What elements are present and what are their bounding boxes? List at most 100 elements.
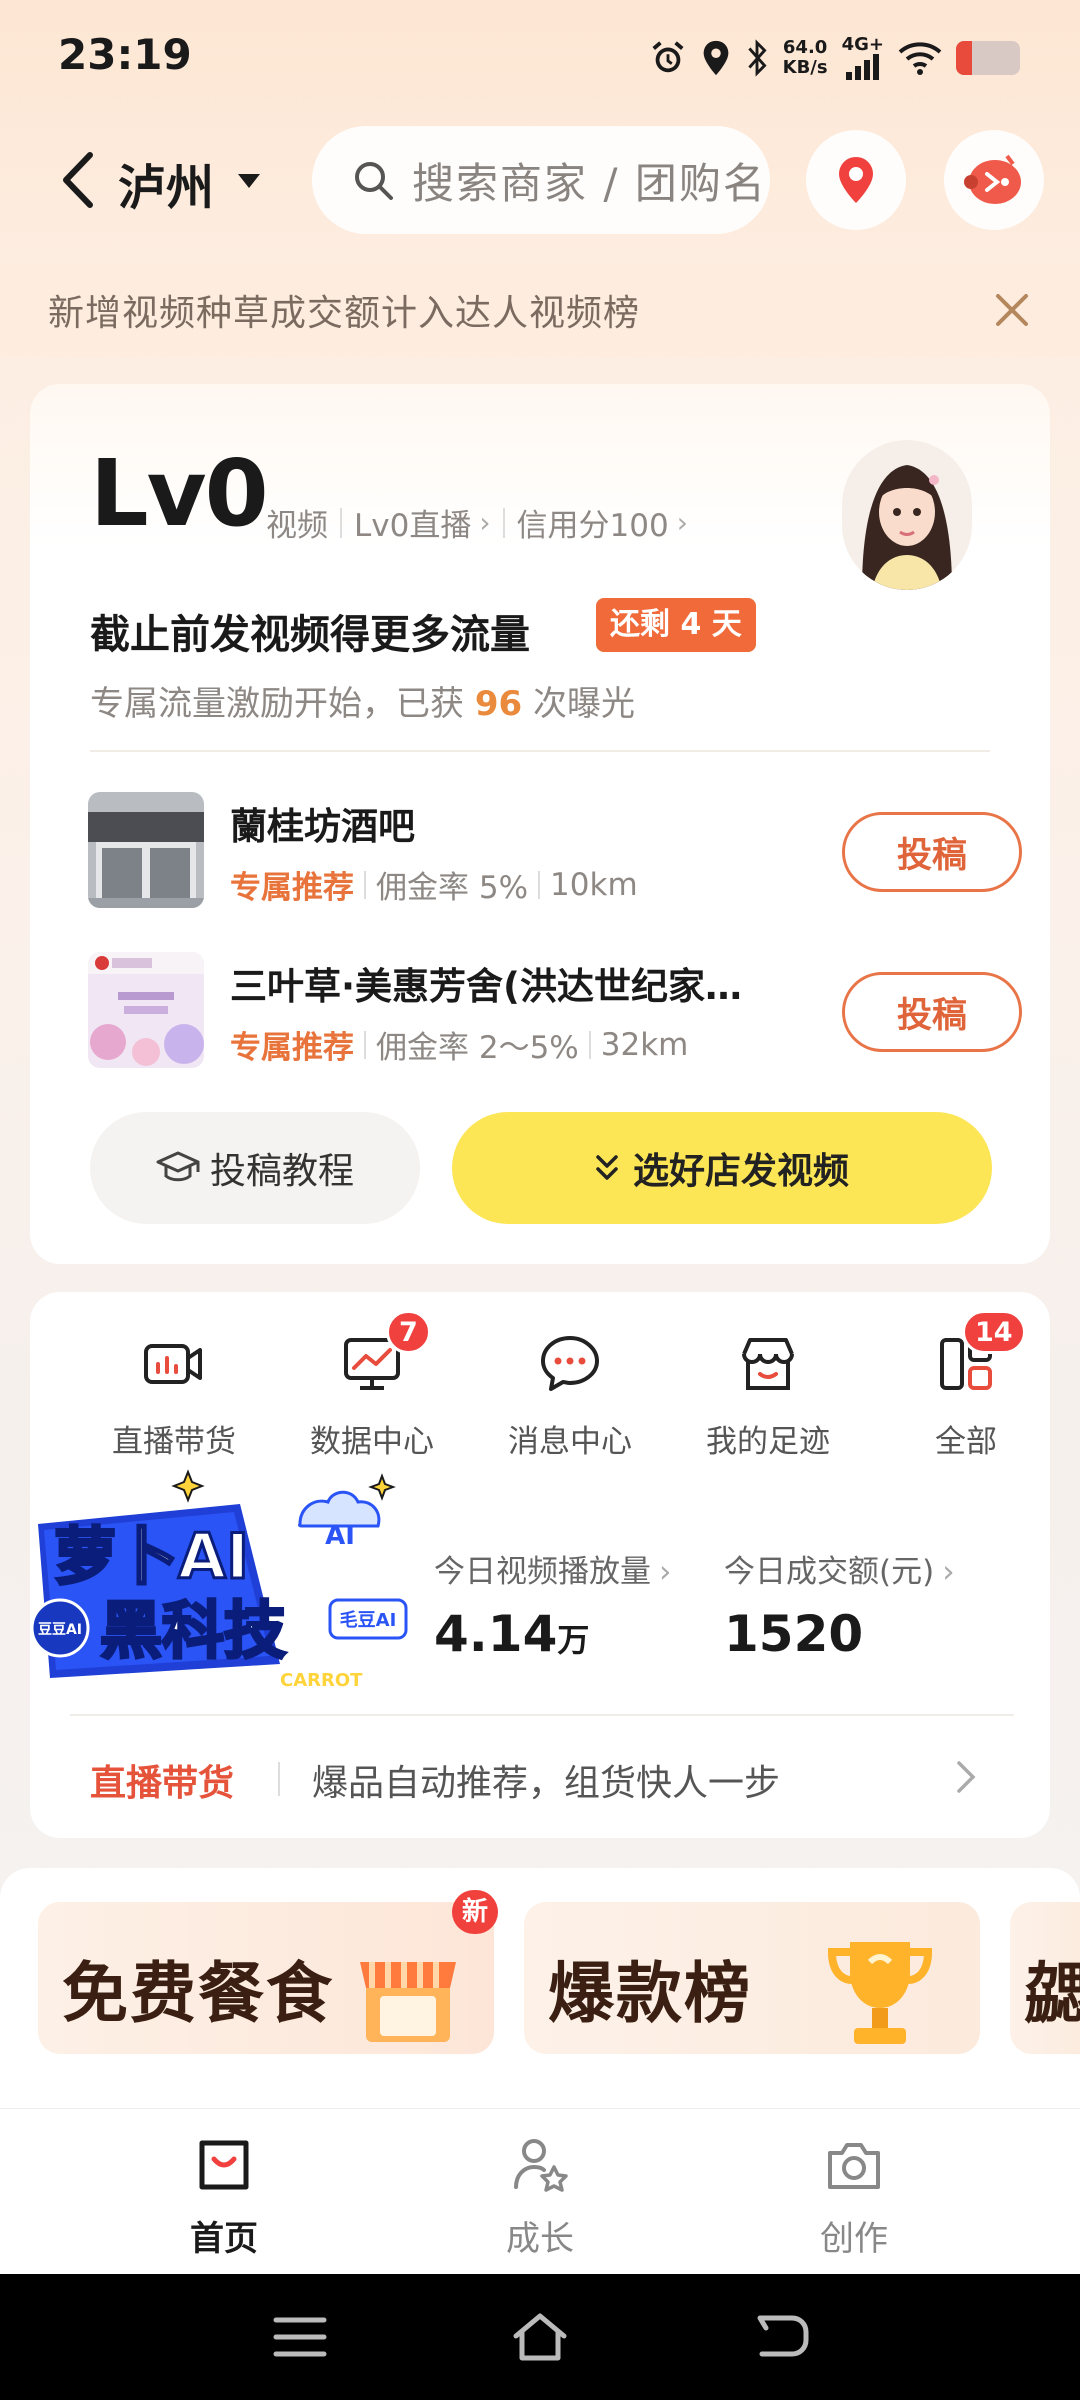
function-grid: 直播带货 数据中心 7 消息中心 我的足迹 全部 14 bbox=[30, 1310, 1050, 1460]
close-icon[interactable] bbox=[990, 288, 1034, 332]
tile-partial[interactable]: 勰 bbox=[1010, 1902, 1080, 2054]
commission-rate: 佣金率 5% bbox=[376, 870, 529, 906]
chevron-right-icon: › bbox=[942, 1554, 955, 1590]
func-label: 全部 bbox=[935, 1424, 997, 1460]
distance: 10km bbox=[550, 866, 638, 903]
new-badge: 新 bbox=[452, 1890, 499, 1934]
nav-growth[interactable]: 成长 bbox=[440, 2129, 640, 2259]
stat-label: 今日成交额(元) bbox=[724, 1554, 935, 1590]
live-stream-icon bbox=[144, 1344, 202, 1384]
meta-live-level[interactable]: Lv0直播 bbox=[354, 500, 471, 545]
signal-bars-icon bbox=[845, 54, 879, 80]
shop-item[interactable]: 蘭桂坊酒吧 专属推荐 佣金率 5% 10km 投稿 bbox=[88, 792, 1022, 908]
alarm-icon bbox=[652, 41, 684, 73]
double-chevron-down-icon bbox=[596, 1155, 618, 1180]
ai-banner-line2: 黑科技 bbox=[100, 1594, 286, 1667]
stat-value: 1520 bbox=[724, 1605, 864, 1663]
avatar-image bbox=[842, 440, 972, 590]
ai-bot-icon bbox=[964, 154, 1021, 204]
stat-unit: 万 bbox=[557, 1621, 590, 1659]
nav-create[interactable]: 创作 bbox=[754, 2129, 954, 2259]
shop-photo bbox=[88, 792, 204, 908]
search-input[interactable]: 搜索商家 / 团购名 bbox=[312, 126, 770, 234]
status-icons: 64.0 KB/s 4G+ bbox=[649, 30, 1020, 86]
system-nav-bar bbox=[0, 2274, 1080, 2400]
shop-photo bbox=[88, 952, 204, 1068]
nav-label: 创作 bbox=[820, 2219, 888, 2259]
caret-down-icon[interactable] bbox=[236, 172, 262, 190]
location-status-icon bbox=[703, 40, 728, 76]
promo-title: 截止前发视频得更多流量 bbox=[90, 612, 530, 658]
shop-item[interactable]: 三叶草·美惠芳舍(洪达世纪家… 专属推荐 佣金率 2～5% 32km 投稿 bbox=[88, 952, 1022, 1068]
chevron-right-icon: › bbox=[479, 506, 491, 539]
tools-card: 直播带货 数据中心 7 消息中心 我的足迹 全部 14 豆豆AI 萝卜AI 黑科 bbox=[30, 1292, 1050, 1838]
tile-title: 爆款榜 bbox=[548, 1955, 752, 2032]
days-left-badge: 还剩 4 天 bbox=[596, 598, 756, 652]
avatar[interactable] bbox=[842, 440, 972, 590]
cell-signal: 4G+ bbox=[842, 36, 884, 80]
graduation-cap-icon bbox=[156, 1151, 200, 1182]
notice-bar: 新增视频种草成交额计入达人视频榜 bbox=[0, 262, 1080, 358]
tutorial-label: 投稿教程 bbox=[209, 1151, 354, 1192]
user-star-icon bbox=[514, 2139, 568, 2192]
location-button[interactable] bbox=[806, 130, 906, 230]
trophy-icon bbox=[827, 1942, 933, 2044]
distance: 32km bbox=[600, 1026, 689, 1063]
ai-badge-text: 毛豆AI bbox=[340, 1609, 397, 1631]
func-label: 我的足迹 bbox=[706, 1424, 830, 1460]
storefront-illustration-icon bbox=[360, 1962, 456, 2042]
ai-promo-banner[interactable]: 豆豆AI 萝卜AI 黑科技 CARROT AI 毛豆AI bbox=[30, 1464, 420, 1700]
ai-assistant-button[interactable] bbox=[944, 130, 1044, 230]
level-card: Lv0 视频 Lv0直播 › 信用分100 › 截止前发视频得更多流量 还剩 4… bbox=[30, 384, 1050, 1264]
stat-gmv[interactable]: 今日成交额(元) › 1520 bbox=[724, 1546, 955, 1663]
stat-video-plays[interactable]: 今日视频播放量 › 4.14万 bbox=[434, 1546, 671, 1663]
ai-banner-line1: 萝卜AI bbox=[54, 1520, 249, 1593]
ai-disc-text: 豆豆AI bbox=[38, 1622, 82, 1638]
back-icon[interactable] bbox=[752, 2310, 812, 2364]
net-type: 4G+ bbox=[841, 34, 884, 55]
func-message-center[interactable]: 消息中心 bbox=[466, 1332, 666, 1460]
meta-divider bbox=[364, 1030, 366, 1059]
nav-label: 首页 bbox=[190, 2219, 258, 2259]
exposure-count: 96 bbox=[474, 684, 523, 724]
shop-meta: 专属推荐 佣金率 2～5% 32km bbox=[230, 1022, 688, 1067]
tutorial-button[interactable]: 投稿教程 bbox=[90, 1112, 420, 1224]
battery-fill bbox=[956, 41, 972, 75]
submit-button[interactable]: 投稿 bbox=[842, 812, 1022, 892]
home-icon[interactable] bbox=[510, 2310, 570, 2364]
status-bar: 23:19 64.0 KB/s 4G+ bbox=[0, 0, 1080, 120]
city-selector[interactable]: 泸州 bbox=[118, 148, 214, 218]
func-my-footprint[interactable]: 我的足迹 bbox=[664, 1332, 864, 1460]
menu-icon[interactable] bbox=[270, 2310, 330, 2364]
func-data-center[interactable]: 数据中心 7 bbox=[268, 1310, 468, 1460]
wifi-icon bbox=[898, 42, 942, 75]
back-button[interactable] bbox=[52, 150, 102, 210]
notification-badge: 7 bbox=[386, 1310, 431, 1354]
shop-meta: 专属推荐 佣金率 5% 10km bbox=[230, 862, 638, 907]
func-label: 直播带货 bbox=[112, 1424, 236, 1460]
choose-store-label: 选好店发视频 bbox=[632, 1151, 849, 1192]
commission-rate: 佣金率 2～5% bbox=[376, 1030, 579, 1066]
storefront-icon bbox=[742, 1338, 794, 1390]
meta-credit-score[interactable]: 信用分100 bbox=[517, 500, 669, 545]
message-icon bbox=[541, 1336, 599, 1391]
live-commerce-row[interactable]: 直播带货 爆品自动推荐，组货快人一步 bbox=[30, 1716, 1050, 1838]
tile-free-meals[interactable]: 免费餐食 bbox=[38, 1902, 494, 2054]
promo-sub-prefix: 专属流量激励开始，已获 bbox=[90, 684, 464, 724]
nav-home[interactable]: 首页 bbox=[124, 2129, 324, 2259]
back-arrow-icon bbox=[63, 152, 93, 208]
shop-name: 蘭桂坊酒吧 bbox=[230, 805, 415, 848]
net-speed-value: 64.0 bbox=[782, 37, 828, 58]
choose-store-button[interactable]: 选好店发视频 bbox=[452, 1112, 992, 1224]
func-all[interactable]: 全部 14 bbox=[862, 1310, 1062, 1460]
shop-thumbnail bbox=[88, 792, 204, 908]
divider bbox=[90, 750, 990, 752]
meta-video[interactable]: 视频 bbox=[266, 500, 328, 545]
meta-divider bbox=[502, 507, 505, 538]
submit-button[interactable]: 投稿 bbox=[842, 972, 1022, 1052]
tile-hot-list[interactable]: 爆款榜 bbox=[524, 1902, 980, 2054]
battery-icon bbox=[956, 41, 1020, 75]
promo-sub-suffix: 次曝光 bbox=[532, 684, 635, 724]
chevron-right-icon: › bbox=[676, 506, 688, 539]
func-live-commerce[interactable]: 直播带货 bbox=[70, 1332, 270, 1460]
